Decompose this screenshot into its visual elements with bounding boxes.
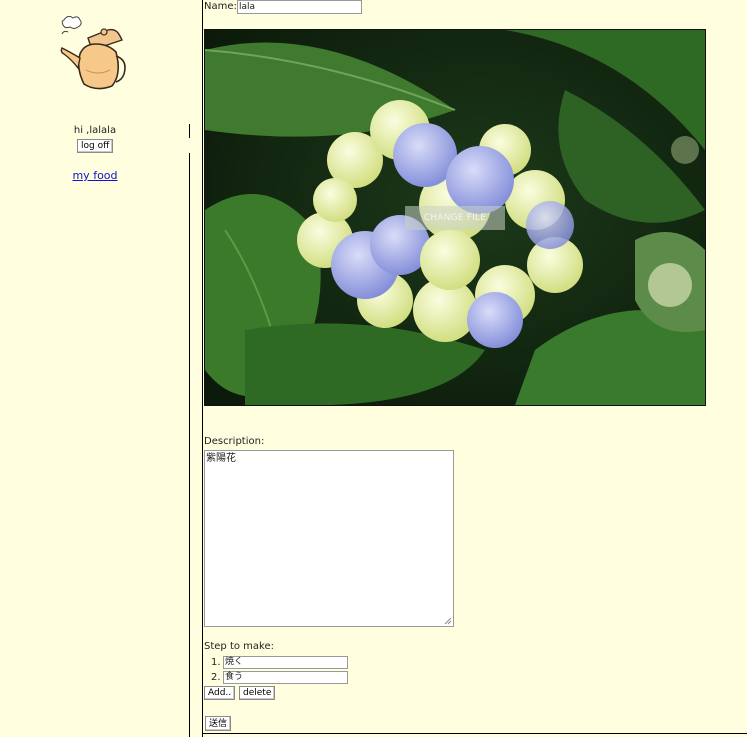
step-number: 2. <box>211 672 221 683</box>
my-food-link[interactable]: my food <box>0 169 190 182</box>
sidebar: hi ,lalala log off my food <box>0 0 190 737</box>
delete-step-button[interactable]: delete <box>239 686 276 700</box>
add-step-button[interactable]: Add.. <box>204 686 236 700</box>
step-input[interactable]: 焼く <box>223 656 348 669</box>
name-row: Name: <box>204 0 237 14</box>
submit-button[interactable]: 送信 <box>205 716 232 731</box>
name-input[interactable]: lala <box>237 0 362 14</box>
steps-label: Step to make: <box>204 641 274 652</box>
description-text: 紫陽花 <box>206 453 236 464</box>
resize-grip-icon[interactable] <box>444 617 452 625</box>
kettle-logo-icon <box>58 14 128 96</box>
description-label: Description: <box>204 436 265 447</box>
main-border-left <box>202 0 203 737</box>
log-off-button[interactable]: log off <box>77 139 114 153</box>
sidebar-divider <box>189 153 190 737</box>
food-photo[interactable]: CHANGE FILE <box>204 29 706 406</box>
change-file-button[interactable]: CHANGE FILE <box>405 206 505 230</box>
sidebar-divider-top <box>189 124 190 138</box>
description-textarea[interactable]: 紫陽花 <box>204 450 454 627</box>
name-label: Name: <box>204 1 237 12</box>
edit-food-form: Name: lala CHANGE FILE Description: 紫陽花 … <box>204 0 747 737</box>
greeting-text: hi ,lalala <box>73 125 117 136</box>
step-input[interactable]: 食う <box>223 671 348 684</box>
step-number: 1. <box>211 657 221 668</box>
